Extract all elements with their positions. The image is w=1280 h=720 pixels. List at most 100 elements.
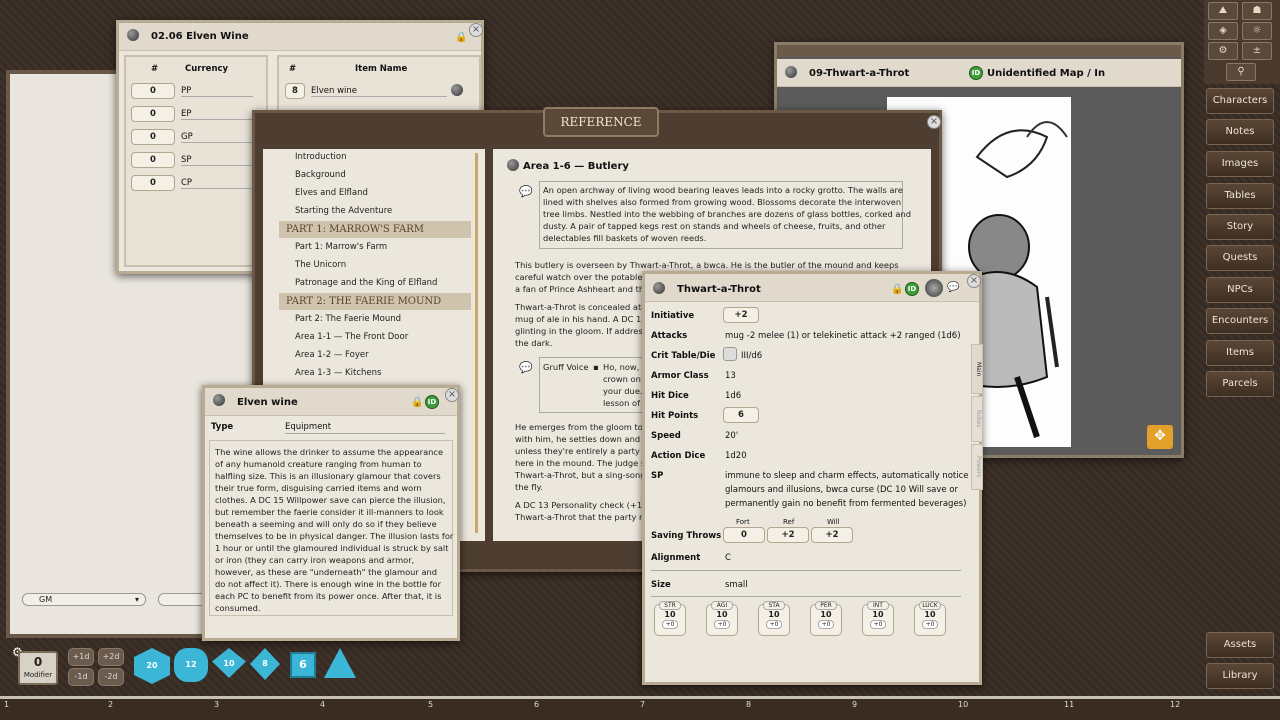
ac-value[interactable]: 13 <box>725 371 736 381</box>
hotbar-slot[interactable]: 4 <box>320 700 325 709</box>
close-icon[interactable]: × <box>927 115 941 129</box>
toc-item[interactable]: Area 1-1 — The Front Door <box>295 332 408 342</box>
sidebar-item-quests[interactable]: Quests <box>1206 245 1274 271</box>
tab-notes[interactable]: Notes <box>971 396 983 442</box>
sidebar-item-library[interactable]: Library <box>1206 663 1274 689</box>
chat-identity-select[interactable]: GM ▾ <box>22 593 146 606</box>
token-icon[interactable] <box>925 279 943 297</box>
toc-item[interactable]: Background <box>295 170 346 180</box>
toc-item[interactable]: Elves and Elfland <box>295 188 368 198</box>
map-icon[interactable]: ⛰ <box>1208 2 1238 20</box>
action-value[interactable]: 1d20 <box>725 451 747 461</box>
toc-item[interactable]: Area 1-2 — Foyer <box>295 350 369 360</box>
currency-count[interactable]: 0 <box>131 106 175 122</box>
toc-part-header[interactable]: PART 2: THE FAERIE MOUND <box>279 293 471 310</box>
toc-item[interactable]: Introduction <box>295 152 346 162</box>
hotbar-slot[interactable]: 10 <box>958 700 968 709</box>
tab-main[interactable]: Main <box>971 344 983 394</box>
currency-count[interactable]: 0 <box>131 152 175 168</box>
hotbar-slot[interactable]: 3 <box>214 700 219 709</box>
hotbar-slot[interactable]: 11 <box>1064 700 1074 709</box>
toc-item[interactable]: Part 1: Marrow's Farm <box>295 242 387 252</box>
speed-value[interactable]: 20' <box>725 431 738 441</box>
currency-name[interactable]: PP <box>181 86 191 96</box>
id-icon[interactable]: ID <box>905 282 919 296</box>
toc-part-header[interactable]: PART 1: MARROW'S FARM <box>279 221 471 238</box>
lighting-icon[interactable]: ☼ <box>1242 22 1272 40</box>
lock-icon[interactable]: 🔒 <box>891 284 903 295</box>
currency-count[interactable]: 0 <box>131 175 175 191</box>
person-icon[interactable]: ⚲ <box>1226 63 1256 81</box>
id-icon[interactable]: ID <box>425 395 439 409</box>
item-name[interactable]: Elven wine <box>311 86 357 96</box>
initiative-value[interactable]: +2 <box>723 307 759 323</box>
sidebar-item-images[interactable]: Images <box>1206 151 1274 177</box>
hd-value[interactable]: 1d6 <box>725 391 741 401</box>
gear-icon[interactable]: ⚙ <box>1208 42 1238 60</box>
type-value[interactable]: Equipment <box>285 422 331 432</box>
currency-count[interactable]: 0 <box>131 129 175 145</box>
modifier-box[interactable]: 0 Modifier <box>18 651 58 685</box>
plus-minus-icon[interactable]: ± <box>1242 42 1272 60</box>
speech-icon[interactable]: 💬 <box>519 361 533 374</box>
lock-icon[interactable]: 🔒 <box>411 397 423 408</box>
close-icon[interactable]: × <box>967 274 981 288</box>
speech-icon[interactable]: 💬 <box>519 185 533 198</box>
close-icon[interactable]: × <box>445 388 459 402</box>
item-link-icon[interactable] <box>451 84 463 96</box>
hotbar-slot[interactable]: 5 <box>428 700 433 709</box>
dice-icon[interactable]: ◈ <box>1208 22 1238 40</box>
sub-1d-button[interactable]: -1d <box>68 668 94 686</box>
toc-item[interactable]: Area 1-3 — Kitchens <box>295 368 381 378</box>
sp-line[interactable]: glamours and illusions, bwca curse (DC 1… <box>725 485 958 495</box>
toc-item[interactable]: Part 2: The Faerie Mound <box>295 314 401 324</box>
tab-powers[interactable]: Powers <box>971 444 983 490</box>
sidebar-item-assets[interactable]: Assets <box>1206 632 1274 658</box>
stat-block[interactable]: LUCK 10 +0 <box>914 601 946 636</box>
stat-block[interactable]: AGI 10 +0 <box>706 601 738 636</box>
hotbar-slot[interactable]: 1 <box>4 700 9 709</box>
hotbar-slot[interactable]: 2 <box>108 700 113 709</box>
sp-line[interactable]: immune to sleep and charm effects, autom… <box>725 471 969 481</box>
currency-count[interactable]: 0 <box>131 83 175 99</box>
hp-value[interactable]: 6 <box>723 407 759 423</box>
sp-line[interactable]: permanently gain no benefit from ferment… <box>725 499 966 509</box>
lock-icon[interactable]: 🔒 <box>455 32 467 43</box>
chat-input[interactable] <box>158 593 208 606</box>
sidebar-item-items[interactable]: Items <box>1206 340 1274 366</box>
hotbar-slot[interactable]: 9 <box>852 700 857 709</box>
zoom-icon[interactable]: ✥ <box>1147 425 1173 449</box>
close-icon[interactable]: × <box>469 23 483 37</box>
crit-value[interactable]: III/d6 <box>741 351 762 361</box>
sidebar-item-encounters[interactable]: Encounters <box>1206 308 1274 334</box>
size-value[interactable]: small <box>725 580 748 590</box>
toc-item[interactable]: Patronage and the King of Elfland <box>295 278 437 288</box>
currency-name[interactable]: EP <box>181 109 192 119</box>
toc-scrollbar[interactable] <box>475 153 478 533</box>
add-1d-button[interactable]: +1d <box>68 648 94 666</box>
hotbar-slot[interactable]: 6 <box>534 700 539 709</box>
hotbar-slot[interactable]: 8 <box>746 700 751 709</box>
currency-name[interactable]: GP <box>181 132 193 142</box>
save-value[interactable]: +2 <box>811 527 853 543</box>
sidebar-item-notes[interactable]: Notes <box>1206 119 1274 145</box>
save-value[interactable]: +2 <box>767 527 809 543</box>
attacks-value[interactable]: mug -2 melee (1) or telekinetic attack +… <box>725 331 961 341</box>
sidebar-item-npcs[interactable]: NPCs <box>1206 277 1274 303</box>
crit-die-icon[interactable] <box>723 347 737 361</box>
d6-icon[interactable]: 6 <box>290 652 316 678</box>
sidebar-item-characters[interactable]: Characters <box>1206 88 1274 114</box>
party-icon[interactable]: ☗ <box>1242 2 1272 20</box>
item-count[interactable]: 8 <box>285 83 305 99</box>
currency-name[interactable]: CP <box>181 178 192 188</box>
toc-item[interactable]: The Unicorn <box>295 260 346 270</box>
stat-block[interactable]: STA 10 +0 <box>758 601 790 636</box>
currency-name[interactable]: SP <box>181 155 192 165</box>
id-icon[interactable]: ID <box>969 66 983 80</box>
sidebar-item-parcels[interactable]: Parcels <box>1206 371 1274 397</box>
sub-2d-button[interactable]: -2d <box>98 668 124 686</box>
sidebar-item-tables[interactable]: Tables <box>1206 183 1274 209</box>
d12-icon[interactable]: 12 <box>174 648 208 682</box>
stat-block[interactable]: STR 10 +0 <box>654 601 686 636</box>
alignment-value[interactable]: C <box>725 553 731 563</box>
